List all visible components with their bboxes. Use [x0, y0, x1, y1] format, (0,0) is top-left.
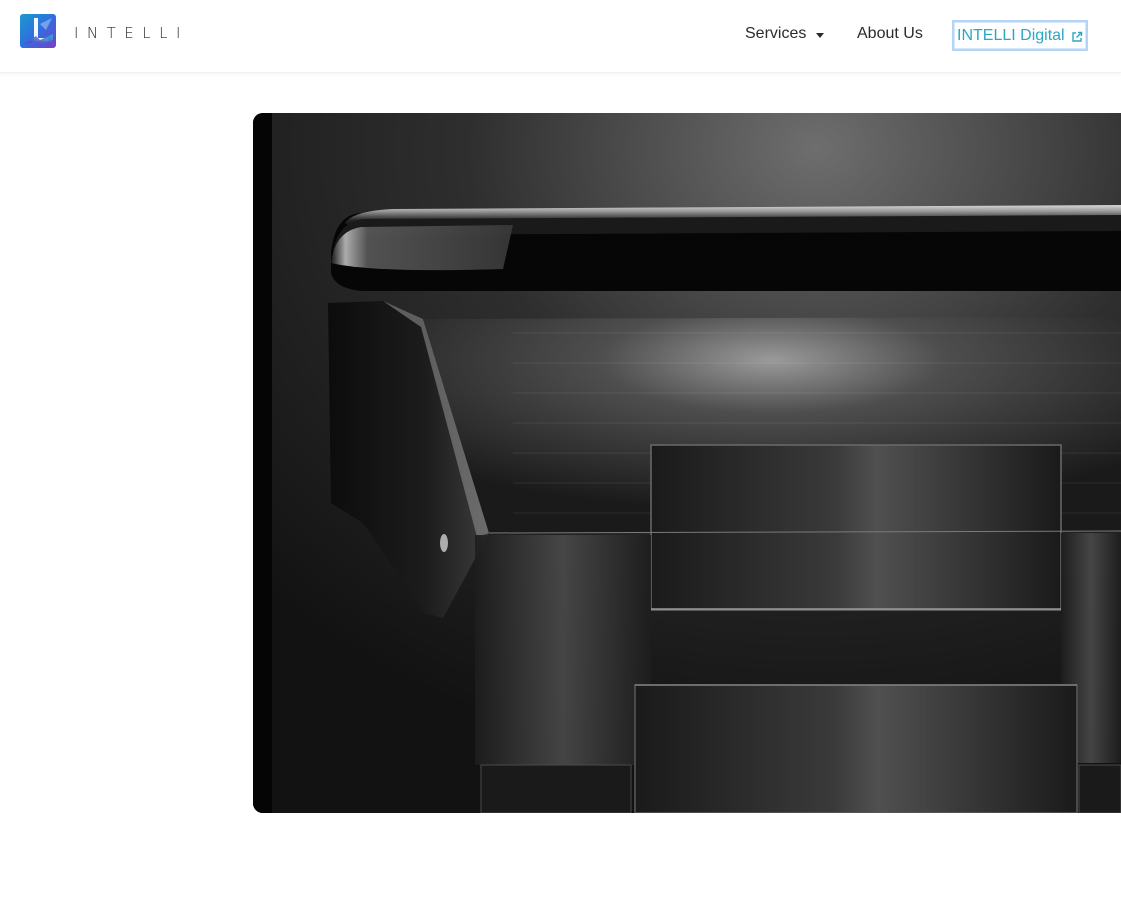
nav-services-label: Services [745, 25, 807, 42]
hero-image [253, 113, 1121, 813]
intelli-logo-icon [20, 14, 56, 48]
nav-intelli-digital-label: INTELLI Digital [957, 26, 1065, 44]
nav-about-us[interactable]: About Us [857, 25, 923, 43]
brand-name: INTELLI [74, 24, 189, 42]
caret-down-icon [816, 32, 825, 38]
brand-logo-link[interactable]: INTELLI [20, 14, 189, 48]
nav-intelli-digital[interactable]: INTELLI Digital [952, 20, 1088, 51]
watch-closeup-image [253, 113, 1121, 813]
nav-services-dropdown[interactable]: Services [745, 25, 825, 43]
site-header: INTELLI Services About Us INTELLI Digita… [0, 0, 1121, 73]
external-link-icon [1071, 31, 1082, 42]
